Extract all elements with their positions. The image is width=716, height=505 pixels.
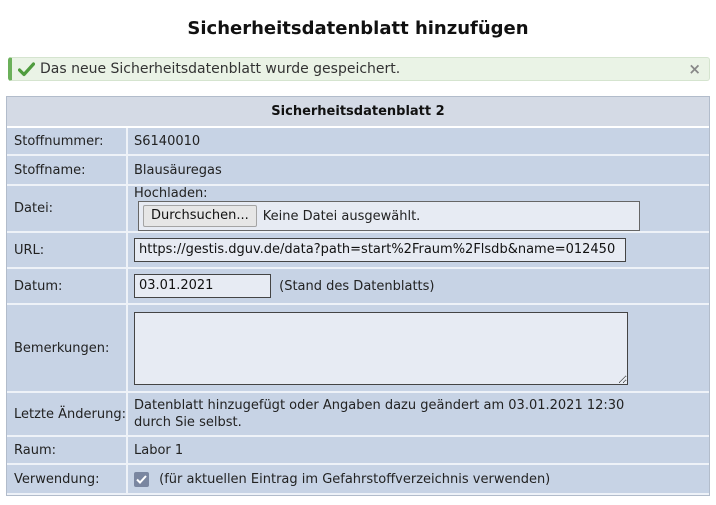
datei-label: Datei: <box>7 185 128 233</box>
verwendung-label: Verwendung: <box>7 464 128 495</box>
bemerkungen-textarea[interactable] <box>134 311 628 385</box>
datum-label: Datum: <box>7 268 128 305</box>
stoffname-value: Blausäuregas <box>127 155 709 186</box>
upload-label: Hochladen: <box>134 186 208 201</box>
success-alert: Das neue Sicherheitsdatenblatt wurde ges… <box>8 57 710 81</box>
stoffname-label: Stoffname: <box>7 155 128 186</box>
browse-button[interactable]: Durchsuchen... <box>143 205 257 227</box>
raum-value: Labor 1 <box>127 436 709 465</box>
verwendung-text: (für aktuellen Eintrag im Gefahrstoffver… <box>159 471 551 487</box>
form-heading: Sicherheitsdatenblatt 2 <box>7 97 709 128</box>
check-icon <box>17 60 35 78</box>
sds-form: Sicherheitsdatenblatt 2 Stoffnummer: S61… <box>6 96 710 496</box>
bemerkungen-label: Bemerkungen: <box>7 304 128 393</box>
datum-hint: (Stand des Datenblatts) <box>279 278 435 294</box>
datum-input[interactable]: 03.01.2021 <box>134 274 271 298</box>
verwendung-checkbox[interactable] <box>134 471 149 487</box>
change-info-line1: Datenblatt hinzugefügt oder Angaben dazu… <box>134 398 625 413</box>
page-title: Sicherheitsdatenblatt hinzufügen <box>187 18 529 39</box>
url-input[interactable]: https://gestis.dguv.de/data?path=start%2… <box>134 238 626 262</box>
close-icon[interactable]: × <box>688 60 701 78</box>
file-input[interactable]: Durchsuchen... Keine Datei ausgewählt. <box>138 201 640 231</box>
file-status: Keine Datei ausgewählt. <box>262 208 421 224</box>
stoffnummer-label: Stoffnummer: <box>7 127 128 156</box>
letzte-aenderung-label: Letzte Änderung: <box>7 392 128 437</box>
raum-label: Raum: <box>7 436 128 465</box>
checkmark-icon <box>136 474 147 484</box>
url-label: URL: <box>7 232 128 269</box>
change-info-line2: durch Sie selbst. <box>134 415 242 430</box>
alert-message: Das neue Sicherheitsdatenblatt wurde ges… <box>40 61 401 77</box>
stoffnummer-value: S6140010 <box>127 127 709 156</box>
